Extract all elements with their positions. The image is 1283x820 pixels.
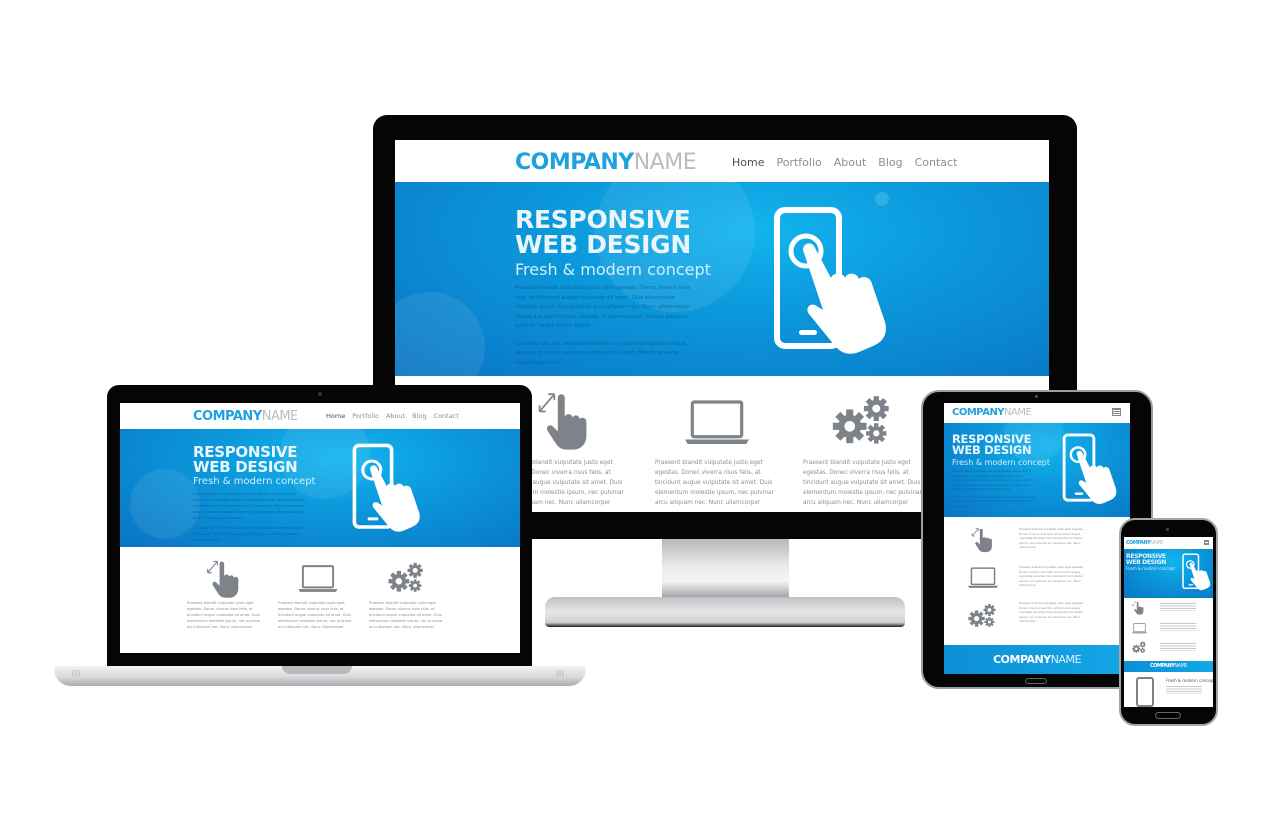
laptop-opening-notch [282,666,352,674]
feature-text [1160,623,1196,631]
feature-text: Praesent blandit vulputate justo eget eg… [278,601,352,629]
laptop-icon [298,565,338,593]
hero-banner: RESPONSIVE WEB DESIGN Fresh & modern conc… [944,423,1130,517]
tablet-camera [1035,395,1038,398]
hero-body-text: Praesent blandit vulputate justo eget eg… [515,285,691,366]
monitor-stand [662,539,789,599]
tablet-screen: COMPANYNAME RESPONSIVE WEB DESIGN Fresh &… [944,403,1130,674]
section-text [1166,686,1202,694]
feature-text: Praesent blandit vulputate justo eget eg… [1019,527,1084,549]
nav-about[interactable]: About [834,156,867,169]
touch-phone-gray-icon [1136,677,1154,707]
feature-text: Praesent blandit vulputate justo eget eg… [369,601,443,629]
nav-contact[interactable]: Contact [915,156,958,169]
feature-text: Praesent blandit vulputate justo eget eg… [187,601,261,629]
site-logo[interactable]: COMPANYNAME [952,407,1032,418]
pinch-hand-icon [206,559,240,599]
hero-subtitle: Fresh & modern concept [1126,566,1175,571]
monitor-stand-base [545,597,905,627]
speaker-vent: ||| [556,670,566,677]
touch-phone-icon [773,206,893,356]
hero-banner: RESPONSIVE WEB DESIGN Fresh & modern conc… [1124,549,1213,598]
speaker-vent: ||| [72,670,82,677]
nav-about[interactable]: About [386,412,405,420]
laptop-screen: COMPANYNAME Home Portfolio About Blog Co… [120,403,520,653]
hero-body-text: Praesent blandit vulputate justo eget eg… [952,470,1037,508]
hero-subtitle: Fresh & modern concept [193,476,316,487]
hero-title: RESPONSIVE WEB DESIGN [193,443,298,476]
hero-banner: RESPONSIVE WEB DESIGN Fresh & modern conc… [395,182,1049,376]
hero-title: RESPONSIVE WEB DESIGN [1126,553,1166,566]
pinch-hand-icon [537,390,589,452]
touch-phone-icon [1182,553,1212,591]
touch-phone-icon [352,443,424,533]
phone-home-button[interactable] [1155,712,1181,719]
nav-portfolio[interactable]: Portfolio [776,156,821,169]
nav-blog[interactable]: Blog [412,412,426,420]
feature-text: Praesent blandit vulputate justo eget eg… [655,460,774,506]
nav-blog[interactable]: Blog [878,156,902,169]
gears-icon [968,603,998,629]
gears-icon [388,561,426,595]
site-logo[interactable]: COMPANYNAME [1126,540,1163,546]
hamburger-menu-icon[interactable] [1204,540,1209,545]
phone-camera [1166,528,1169,531]
phone-section-heading: Fresh & modern concept [1166,678,1213,683]
hamburger-menu-icon[interactable] [1112,408,1121,416]
footer-band: COMPANYNAME [1124,661,1213,672]
nav-home[interactable]: Home [732,156,764,169]
feature-text [1160,603,1196,611]
footer-logo: COMPANYNAME [1150,663,1187,669]
nav-contact[interactable]: Contact [434,412,459,420]
laptop-icon [1132,623,1147,634]
laptop-icon [685,400,749,446]
laptop-icon [968,567,998,589]
main-nav: Home Portfolio About Blog Contact [732,156,957,169]
pinch-hand-icon [971,527,993,553]
feature-text [1160,643,1196,651]
nav-portfolio[interactable]: Portfolio [352,412,379,420]
hero-title: RESPONSIVE WEB DESIGN [952,432,1032,458]
touch-phone-icon [1062,433,1120,505]
feature-text: Praesent blandit vulputate justo eget eg… [803,460,922,506]
hero-subtitle: Fresh & modern concept [952,458,1050,467]
logo-bold: COMPANY [515,150,634,175]
laptop-camera [318,392,322,396]
nav-home[interactable]: Home [326,412,345,420]
hero-subtitle: Fresh & modern concept [515,260,711,279]
logo-light: NAME [633,150,697,175]
feature-text: Praesent blandit vulputate justo eget eg… [1019,565,1084,587]
main-nav: Home Portfolio About Blog Contact [326,412,459,420]
hero-banner: RESPONSIVE WEB DESIGN Fresh & modern conc… [120,429,520,547]
tablet-home-button[interactable] [1025,678,1047,684]
hero-title: RESPONSIVE WEB DESIGN [515,205,691,259]
pinch-hand-icon [1132,601,1144,615]
footer-logo: COMPANYNAME [993,653,1081,666]
footer-band: COMPANYNAME [944,645,1130,674]
phone-screen: COMPANYNAME RESPONSIVE WEB DESIGN Fresh &… [1124,537,1213,707]
feature-text: Praesent blandit vulputate justo eget eg… [1019,601,1084,623]
site-logo[interactable]: COMPANYNAME [515,150,697,175]
gears-icon [1132,641,1147,654]
gears-icon [832,394,894,448]
site-logo[interactable]: COMPANYNAME [193,409,298,424]
hero-body-text: Praesent blandit vulputate justo eget eg… [193,492,305,542]
